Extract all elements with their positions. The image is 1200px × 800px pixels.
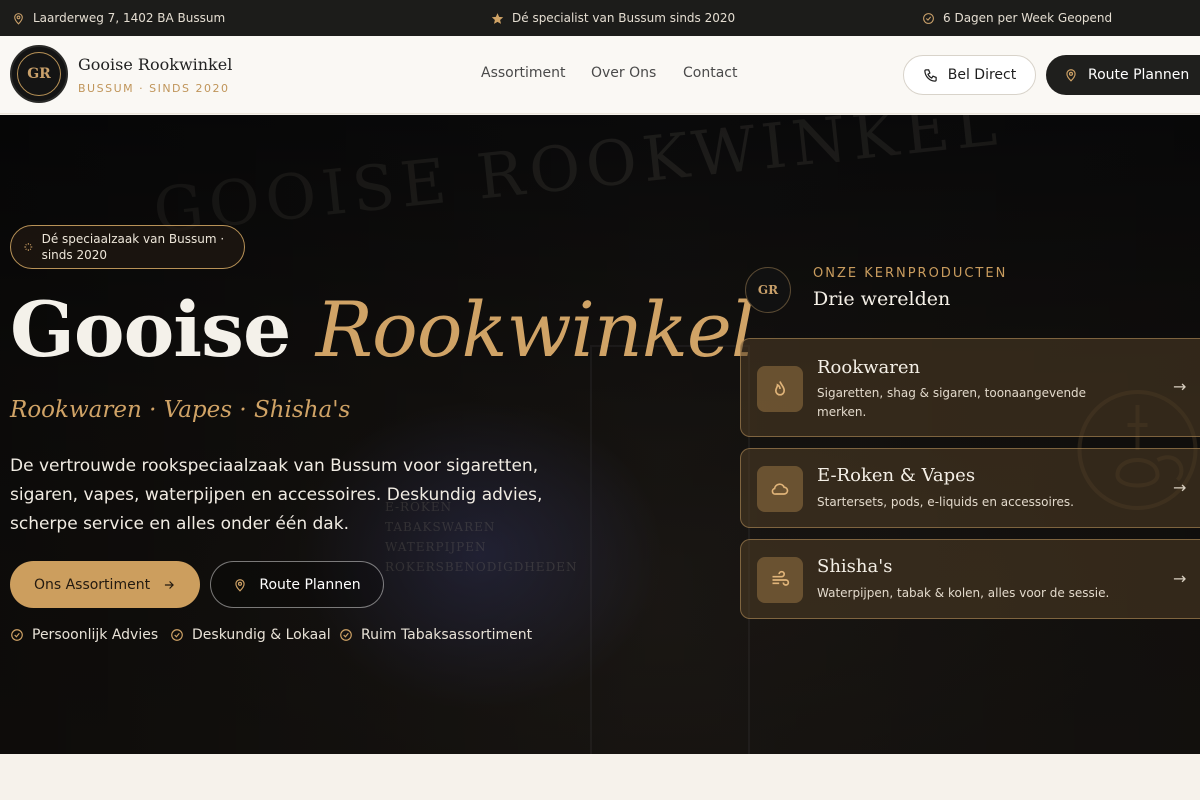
check-circle-icon <box>340 629 352 641</box>
check-label: Ruim Tabaksassortiment <box>361 627 533 643</box>
card-description: Sigaretten, shag & sigaren, toonaangeven… <box>817 386 1087 419</box>
call-button[interactable]: Bel Direct <box>903 55 1036 95</box>
sparkle-icon <box>24 243 33 251</box>
hero-section: GOOISE ROOKWINKEL E-ROKENTABAKSWARENWATE… <box>0 115 1200 754</box>
check-label: Deskundig & Lokaal <box>192 627 331 643</box>
card-rookwaren[interactable]: Rookwaren Sigaretten, shag & sigaren, to… <box>740 338 1200 437</box>
hero-title: Gooise Rookwinkel <box>10 285 755 374</box>
arrow-right-icon: → <box>1173 478 1187 497</box>
route-button-hero[interactable]: Route Plannen <box>210 561 384 608</box>
hero-title-main: Gooise <box>10 285 291 374</box>
kern-eyebrow: ONZE KERNPRODUCTEN <box>813 266 1008 281</box>
site-header: GR Gooise Rookwinkel BUSSUM · SINDS 2020… <box>0 36 1200 114</box>
top-info-bar: Laarderweg 7, 1402 BA Bussum Dé speciali… <box>0 0 1200 36</box>
hero-badge: Dé speciaalzaak van Bussum · sinds 2020 <box>10 225 245 269</box>
phone-icon <box>923 68 937 82</box>
arrow-right-icon: → <box>1173 377 1187 396</box>
hero-badge-text: Dé speciaalzaak van Bussum · sinds 2020 <box>41 232 225 262</box>
check-circle-icon <box>11 629 23 641</box>
hero-title-accent: Rookwinkel <box>315 285 755 374</box>
logo-mark: GR <box>17 52 61 96</box>
arrow-right-icon <box>164 580 174 589</box>
hero-subtitle: Rookwaren · Vapes · Shisha's <box>10 397 351 423</box>
brand-tagline: BUSSUM · SINDS 2020 <box>78 82 230 95</box>
wind-icon <box>757 557 803 603</box>
kern-title: Drie werelden <box>813 288 951 310</box>
call-button-label: Bel Direct <box>947 67 1017 83</box>
card-e-roken-vapes[interactable]: E-Roken & Vapes Startersets, pods, e-liq… <box>740 448 1200 528</box>
card-description: Waterpijpen, tabak & kolen, alles voor d… <box>817 586 1110 600</box>
route-button-hero-label: Route Plannen <box>259 576 361 593</box>
address-text: Laarderweg 7, 1402 BA Bussum <box>33 11 226 25</box>
brand-name[interactable]: Gooise Rookwinkel <box>78 55 232 74</box>
check-persoonlijk-advies: Persoonlijk Advies <box>10 627 158 643</box>
card-title: Shisha's <box>817 556 893 577</box>
card-title: E-Roken & Vapes <box>817 465 976 486</box>
route-button-header[interactable]: Route Plannen <box>1046 55 1200 95</box>
check-circle-icon <box>923 12 934 24</box>
map-pin-icon <box>235 578 246 592</box>
assortiment-button-label: Ons Assortiment <box>33 576 151 593</box>
check-tabaksassortiment: Ruim Tabaksassortiment <box>339 627 532 643</box>
assortiment-button[interactable]: Ons Assortiment <box>10 561 200 608</box>
card-shishas[interactable]: Shisha's Waterpijpen, tabak & kolen, all… <box>740 539 1200 619</box>
hero-description: De vertrouwde rookspeciaalzaak van Bussu… <box>10 456 543 534</box>
nav-over-ons[interactable]: Over Ons <box>591 65 656 81</box>
logo[interactable]: GR <box>10 45 68 103</box>
hours-text: 6 Dagen per Week Geopend <box>943 11 1113 25</box>
card-description: Startersets, pods, e-liquids en accessoi… <box>817 495 1074 509</box>
nav-assortiment[interactable]: Assortiment <box>481 65 565 81</box>
nav-contact[interactable]: Contact <box>683 65 737 81</box>
cloud-icon <box>757 466 803 512</box>
hours-info: 6 Dagen per Week Geopend <box>922 0 1112 36</box>
check-deskundig-lokaal: Deskundig & Lokaal <box>170 627 331 643</box>
star-icon <box>491 12 504 24</box>
specialist-text: Dé specialist van Bussum sinds 2020 <box>512 11 736 25</box>
next-section-edge <box>0 754 1200 800</box>
specialist-info: Dé specialist van Bussum sinds 2020 <box>491 0 735 36</box>
flame-icon <box>757 366 803 412</box>
route-button-header-label: Route Plannen <box>1088 67 1190 83</box>
arrow-right-icon: → <box>1173 569 1187 588</box>
address-info: Laarderweg 7, 1402 BA Bussum <box>12 0 225 36</box>
check-circle-icon <box>171 629 183 641</box>
card-title: Rookwaren <box>817 357 921 378</box>
map-pin-icon <box>1066 69 1076 82</box>
check-label: Persoonlijk Advies <box>32 627 159 643</box>
kern-logo: GR <box>745 267 791 313</box>
map-pin-icon <box>14 12 23 25</box>
